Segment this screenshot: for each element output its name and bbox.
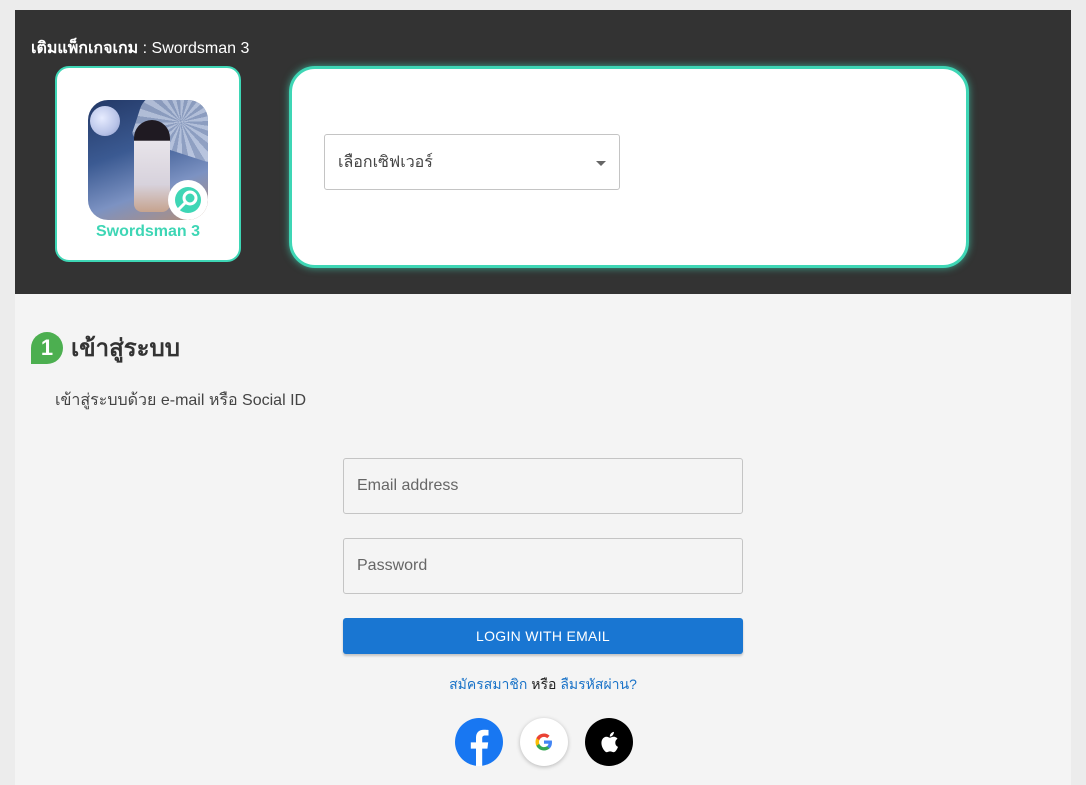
game-brand-icon <box>168 180 208 220</box>
server-select[interactable]: เลือกเซิฟเวอร์ <box>324 134 620 190</box>
heading-game-title: Swordsman 3 <box>151 40 250 57</box>
heading-separator: : <box>138 40 152 57</box>
social-login-group <box>455 718 633 766</box>
heading-label: เติมแพ็กเกจเกม <box>31 40 139 57</box>
server-panel: เลือกเซิฟเวอร์ <box>289 66 969 268</box>
server-select-placeholder: เลือกเซิฟเวอร์ <box>338 153 433 171</box>
forgot-password-link[interactable]: ลืมรหัสผ่าน? <box>560 676 637 692</box>
login-section: 1 เข้าสู่ระบบ เข้าสู่ระบบด้วย e-mail หรื… <box>15 294 1071 785</box>
login-description: เข้าสู่ระบบด้วย e-mail หรือ Social ID <box>55 392 307 409</box>
game-card: Swordsman 3 <box>55 66 241 262</box>
google-icon <box>535 733 552 751</box>
apple-icon <box>601 731 618 753</box>
moon-art <box>90 106 120 136</box>
game-thumbnail <box>88 100 208 220</box>
register-link[interactable]: สมัครสมาชิก <box>449 676 527 692</box>
step-number-badge: 1 <box>31 331 63 364</box>
email-field[interactable] <box>343 458 743 514</box>
login-with-email-button[interactable]: LOGIN WITH EMAIL <box>343 618 743 654</box>
login-title: เข้าสู่ระบบ <box>71 335 180 362</box>
facebook-icon <box>470 729 489 766</box>
google-login-button[interactable] <box>520 718 568 766</box>
or-text: หรือ <box>531 676 557 692</box>
step-title: 1 เข้าสู่ระบบ <box>31 328 180 367</box>
character-art <box>134 120 170 212</box>
game-name: Swordsman 3 <box>95 223 201 240</box>
game-header-section: เติมแพ็กเกจเกม : Swordsman 3 Swordsman 3… <box>15 10 1071 294</box>
auth-links: สมัครสมาชิก หรือ ลืมรหัสผ่าน? <box>15 674 1071 696</box>
password-field[interactable] <box>343 538 743 594</box>
facebook-login-button[interactable] <box>455 718 503 766</box>
chevron-down-icon <box>596 161 606 166</box>
page-heading: เติมแพ็กเกจเกม : Swordsman 3 <box>31 36 249 61</box>
apple-login-button[interactable] <box>585 718 633 766</box>
